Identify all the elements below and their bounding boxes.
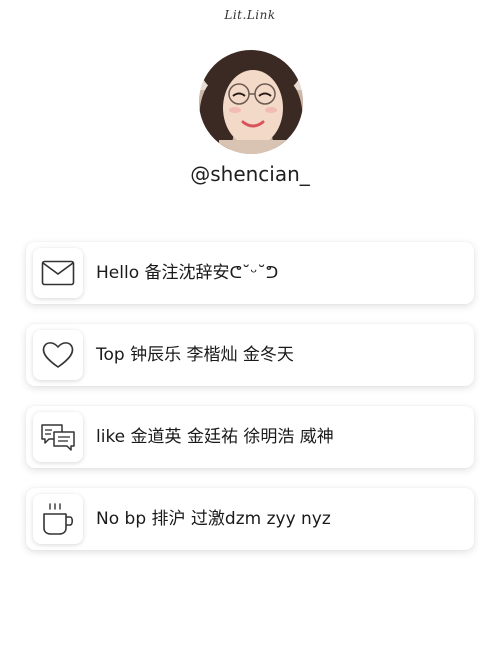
avatar[interactable] (199, 50, 303, 154)
link-card-like[interactable]: like 金道英 金廷祐 徐明浩 威神 (26, 406, 474, 468)
link-label: No bp 排沪 过激dzm zyy nyz (96, 509, 331, 529)
profile-page: Lit.Link @shencian_ Hello 备注沈辞安ᕦ˘ᵕ˘ᕤ Top… (0, 0, 500, 653)
link-card-top[interactable]: Top 钟辰乐 李楷灿 金冬天 (26, 324, 474, 386)
coffee-cup-icon (33, 494, 83, 544)
brand-logo: Lit.Link (224, 8, 276, 22)
avatar-photo (199, 50, 303, 154)
chat-bubbles-icon (33, 412, 83, 462)
heart-icon (33, 330, 83, 380)
username: @shencian_ (190, 162, 310, 186)
link-card-no-bp[interactable]: No bp 排沪 过激dzm zyy nyz (26, 488, 474, 550)
link-label: Hello 备注沈辞安ᕦ˘ᵕ˘ᕤ (96, 263, 279, 283)
envelope-icon (33, 248, 83, 298)
link-card-hello[interactable]: Hello 备注沈辞安ᕦ˘ᵕ˘ᕤ (26, 242, 474, 304)
link-label: like 金道英 金廷祐 徐明浩 威神 (96, 427, 334, 447)
link-label: Top 钟辰乐 李楷灿 金冬天 (96, 345, 294, 365)
